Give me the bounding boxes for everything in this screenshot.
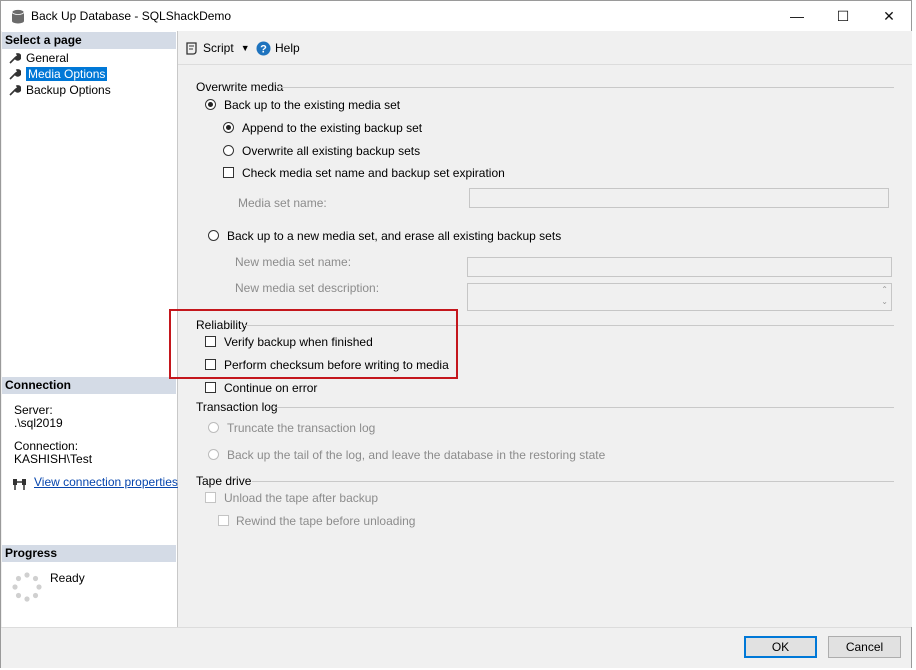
media-set-name-label: Media set name:: [238, 196, 327, 210]
new-media-set-name-input[interactable]: [467, 257, 892, 277]
checkbox[interactable]: [205, 492, 216, 503]
help-label: Help: [275, 41, 300, 55]
close-icon: ✕: [883, 7, 895, 24]
tape-drive-group-label: Tape drive: [196, 474, 252, 488]
overwrite-media-group-label: Overwrite media: [196, 80, 284, 94]
connection-header: Connection: [2, 377, 176, 394]
connection-properties-icon: [13, 479, 26, 490]
transaction-log-group-label: Transaction log: [196, 400, 278, 414]
group-divider: [276, 87, 894, 88]
checkbox-label: Check media set name and backup set expi…: [242, 166, 505, 180]
minimize-icon: —: [790, 8, 804, 24]
page-item-media-options[interactable]: Media Options: [9, 66, 108, 82]
title-bar[interactable]: Back Up Database - SQLShackDemo — ☐ ✕: [1, 1, 911, 31]
progress-status: Ready: [50, 571, 85, 585]
page-item-general[interactable]: General: [9, 50, 69, 66]
page-item-label: General: [26, 51, 69, 65]
script-button[interactable]: Script ▼: [185, 39, 250, 57]
wrench-icon: [9, 69, 21, 80]
reliability-highlight-box: [169, 309, 458, 379]
select-page-header: Select a page: [2, 32, 176, 49]
checkbox-label: Unload the tape after backup: [224, 491, 379, 505]
wrench-icon: [9, 53, 21, 64]
page-item-backup-options[interactable]: Backup Options: [9, 82, 111, 98]
script-label: Script: [203, 41, 234, 55]
radio-label: Back up the tail of the log, and leave t…: [227, 448, 606, 462]
group-divider: [252, 481, 894, 482]
maximize-icon: ☐: [836, 7, 850, 24]
toolbar-separator: [178, 64, 912, 65]
radio-button[interactable]: [208, 449, 219, 460]
view-connection-properties-link[interactable]: View connection properties: [34, 475, 178, 489]
radio-button[interactable]: [208, 230, 219, 241]
window-title: Back Up Database - SQLShackDemo: [31, 9, 232, 23]
radio-button[interactable]: [208, 422, 219, 433]
minimize-button[interactable]: —: [774, 1, 820, 31]
checkbox-label: Rewind the tape before unloading: [236, 514, 416, 528]
radio-button[interactable]: [205, 99, 216, 110]
left-pane: [2, 31, 178, 627]
radio-label: Back up to the existing media set: [224, 98, 401, 112]
checkbox-label: Continue on error: [224, 381, 318, 395]
new-media-set-description-label: New media set description:: [235, 281, 380, 295]
server-label: Server:: [14, 403, 53, 417]
maximize-button[interactable]: ☐: [820, 1, 866, 31]
progress-spinner-icon: [12, 572, 42, 602]
radio-label: Truncate the transaction log: [227, 421, 376, 435]
close-button[interactable]: ✕: [866, 1, 912, 31]
connection-value: KASHISH\Test: [14, 452, 93, 466]
checkbox[interactable]: [218, 515, 229, 526]
radio-label: Back up to a new media set, and erase al…: [227, 229, 562, 243]
help-icon: ?: [256, 41, 271, 55]
scroll-down-icon[interactable]: ⌄: [881, 297, 888, 306]
radio-button[interactable]: [223, 145, 234, 156]
svg-text:?: ?: [260, 43, 267, 55]
group-divider: [274, 407, 894, 408]
page-item-label: Backup Options: [26, 83, 111, 97]
new-media-set-name-label: New media set name:: [235, 255, 352, 269]
cancel-button[interactable]: Cancel: [828, 636, 901, 658]
media-set-name-input[interactable]: [469, 188, 889, 208]
radio-button[interactable]: [223, 122, 234, 133]
database-icon: [11, 9, 25, 24]
checkbox[interactable]: [205, 382, 216, 393]
scroll-up-icon[interactable]: ⌃: [881, 285, 888, 294]
script-icon: [186, 42, 197, 55]
help-button[interactable]: ? Help: [256, 39, 300, 57]
checkbox[interactable]: [223, 167, 234, 178]
progress-header: Progress: [2, 545, 176, 562]
connection-label: Connection:: [14, 439, 79, 453]
server-value: .\sql2019: [14, 416, 63, 430]
dropdown-arrow-icon[interactable]: ▼: [241, 43, 250, 53]
radio-label: Overwrite all existing backup sets: [242, 144, 421, 158]
new-media-set-description-textarea[interactable]: ⌃ ⌄: [467, 283, 892, 311]
ok-button[interactable]: OK: [744, 636, 817, 658]
radio-label: Append to the existing backup set: [242, 121, 423, 135]
page-item-label: Media Options: [26, 67, 108, 81]
wrench-icon: [9, 85, 21, 96]
